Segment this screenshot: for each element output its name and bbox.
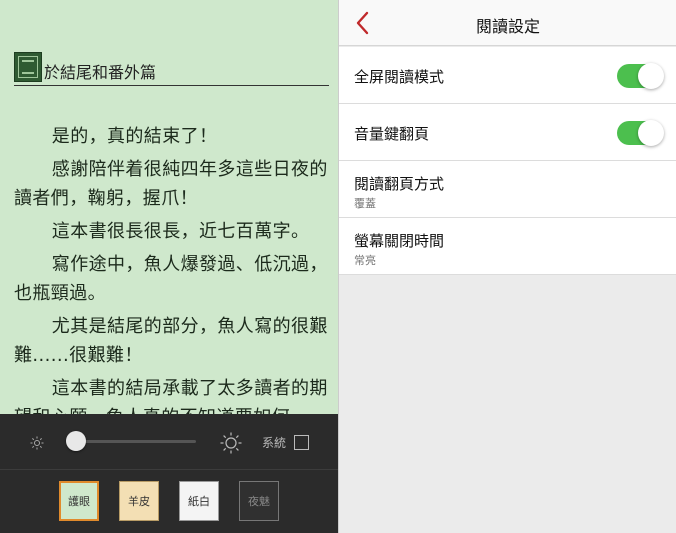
setting-label: 音量鍵翻頁 (354, 125, 430, 143)
brightness-row: 系統 (0, 414, 338, 470)
reader-pane: 於結尾和番外篇 是的，真的結束了！ 感謝陪伴着很純四年多這些日夜的讀者們，鞠躬，… (0, 0, 338, 533)
chapter-text: 是的，真的結束了！ 感謝陪伴着很純四年多這些日夜的讀者們，鞠躬，握爪！ 這本書很… (14, 122, 330, 436)
chapter-title: 於結尾和番外篇 (44, 63, 157, 82)
sun-small-icon (30, 436, 44, 450)
theme-parchment-button[interactable]: 羊皮 (119, 481, 159, 521)
setting-label: 螢幕關閉時間 (354, 232, 445, 250)
settings-pane: 閱讀設定 全屏閱讀模式 音量鍵翻頁 閱讀翻頁方式 覆蓋 螢幕關閉時間 常亮 (338, 0, 676, 533)
setting-label: 全屏閱讀模式 (354, 68, 445, 86)
chapter-header: 於結尾和番外篇 (14, 52, 329, 86)
toggle-knob (638, 63, 664, 89)
page-title: 閱讀設定 (475, 17, 540, 36)
setting-screen-timeout[interactable]: 螢幕關閉時間 常亮 (339, 218, 676, 275)
settings-nav-bar: 閱讀設定 (339, 0, 676, 46)
paragraph: 寫作途中，魚人爆發過、低沉過，也瓶頸過。 (14, 254, 328, 304)
theme-paper-white-button[interactable]: 紙白 (179, 481, 219, 521)
setting-label: 閱讀翻頁方式 (354, 175, 445, 193)
toggle-knob (638, 120, 664, 146)
brightness-slider[interactable] (76, 440, 196, 443)
sun-large-icon (220, 432, 242, 454)
setting-value: 常亮 (354, 254, 376, 267)
setting-fullscreen-mode[interactable]: 全屏閱讀模式 (339, 47, 676, 104)
paragraph: 這本書很長很長，近七百萬字。 (51, 221, 310, 242)
paragraph: 感謝陪伴着很純四年多這些日夜的讀者們，鞠躬，握爪！ (14, 159, 328, 209)
brightness-slider-handle[interactable] (66, 431, 86, 451)
system-brightness-label: 系統 (262, 436, 287, 450)
fullscreen-toggle[interactable] (617, 63, 664, 89)
setting-page-turn-style[interactable]: 閱讀翻頁方式 覆蓋 (339, 161, 676, 218)
setting-value: 覆蓋 (354, 197, 376, 210)
setting-volume-key-turn[interactable]: 音量鍵翻頁 (339, 104, 676, 161)
paragraph: 尤其是結尾的部分，魚人寫的很艱難......很艱難！ (14, 316, 328, 366)
theme-eye-care-button[interactable]: 護眼 (59, 481, 99, 521)
book-icon (14, 52, 42, 82)
theme-selector: 護眼 羊皮 紙白 夜魅 (0, 471, 338, 533)
volume-key-toggle[interactable] (617, 120, 664, 146)
reader-toolbar: 系統 護眼 羊皮 紙白 夜魅 (0, 414, 338, 533)
paragraph: 是的，真的結束了！ (51, 126, 218, 147)
settings-list: 全屏閱讀模式 音量鍵翻頁 閱讀翻頁方式 覆蓋 螢幕關閉時間 常亮 (339, 47, 676, 275)
theme-night-button[interactable]: 夜魅 (239, 481, 279, 521)
system-brightness-checkbox[interactable] (294, 435, 309, 450)
